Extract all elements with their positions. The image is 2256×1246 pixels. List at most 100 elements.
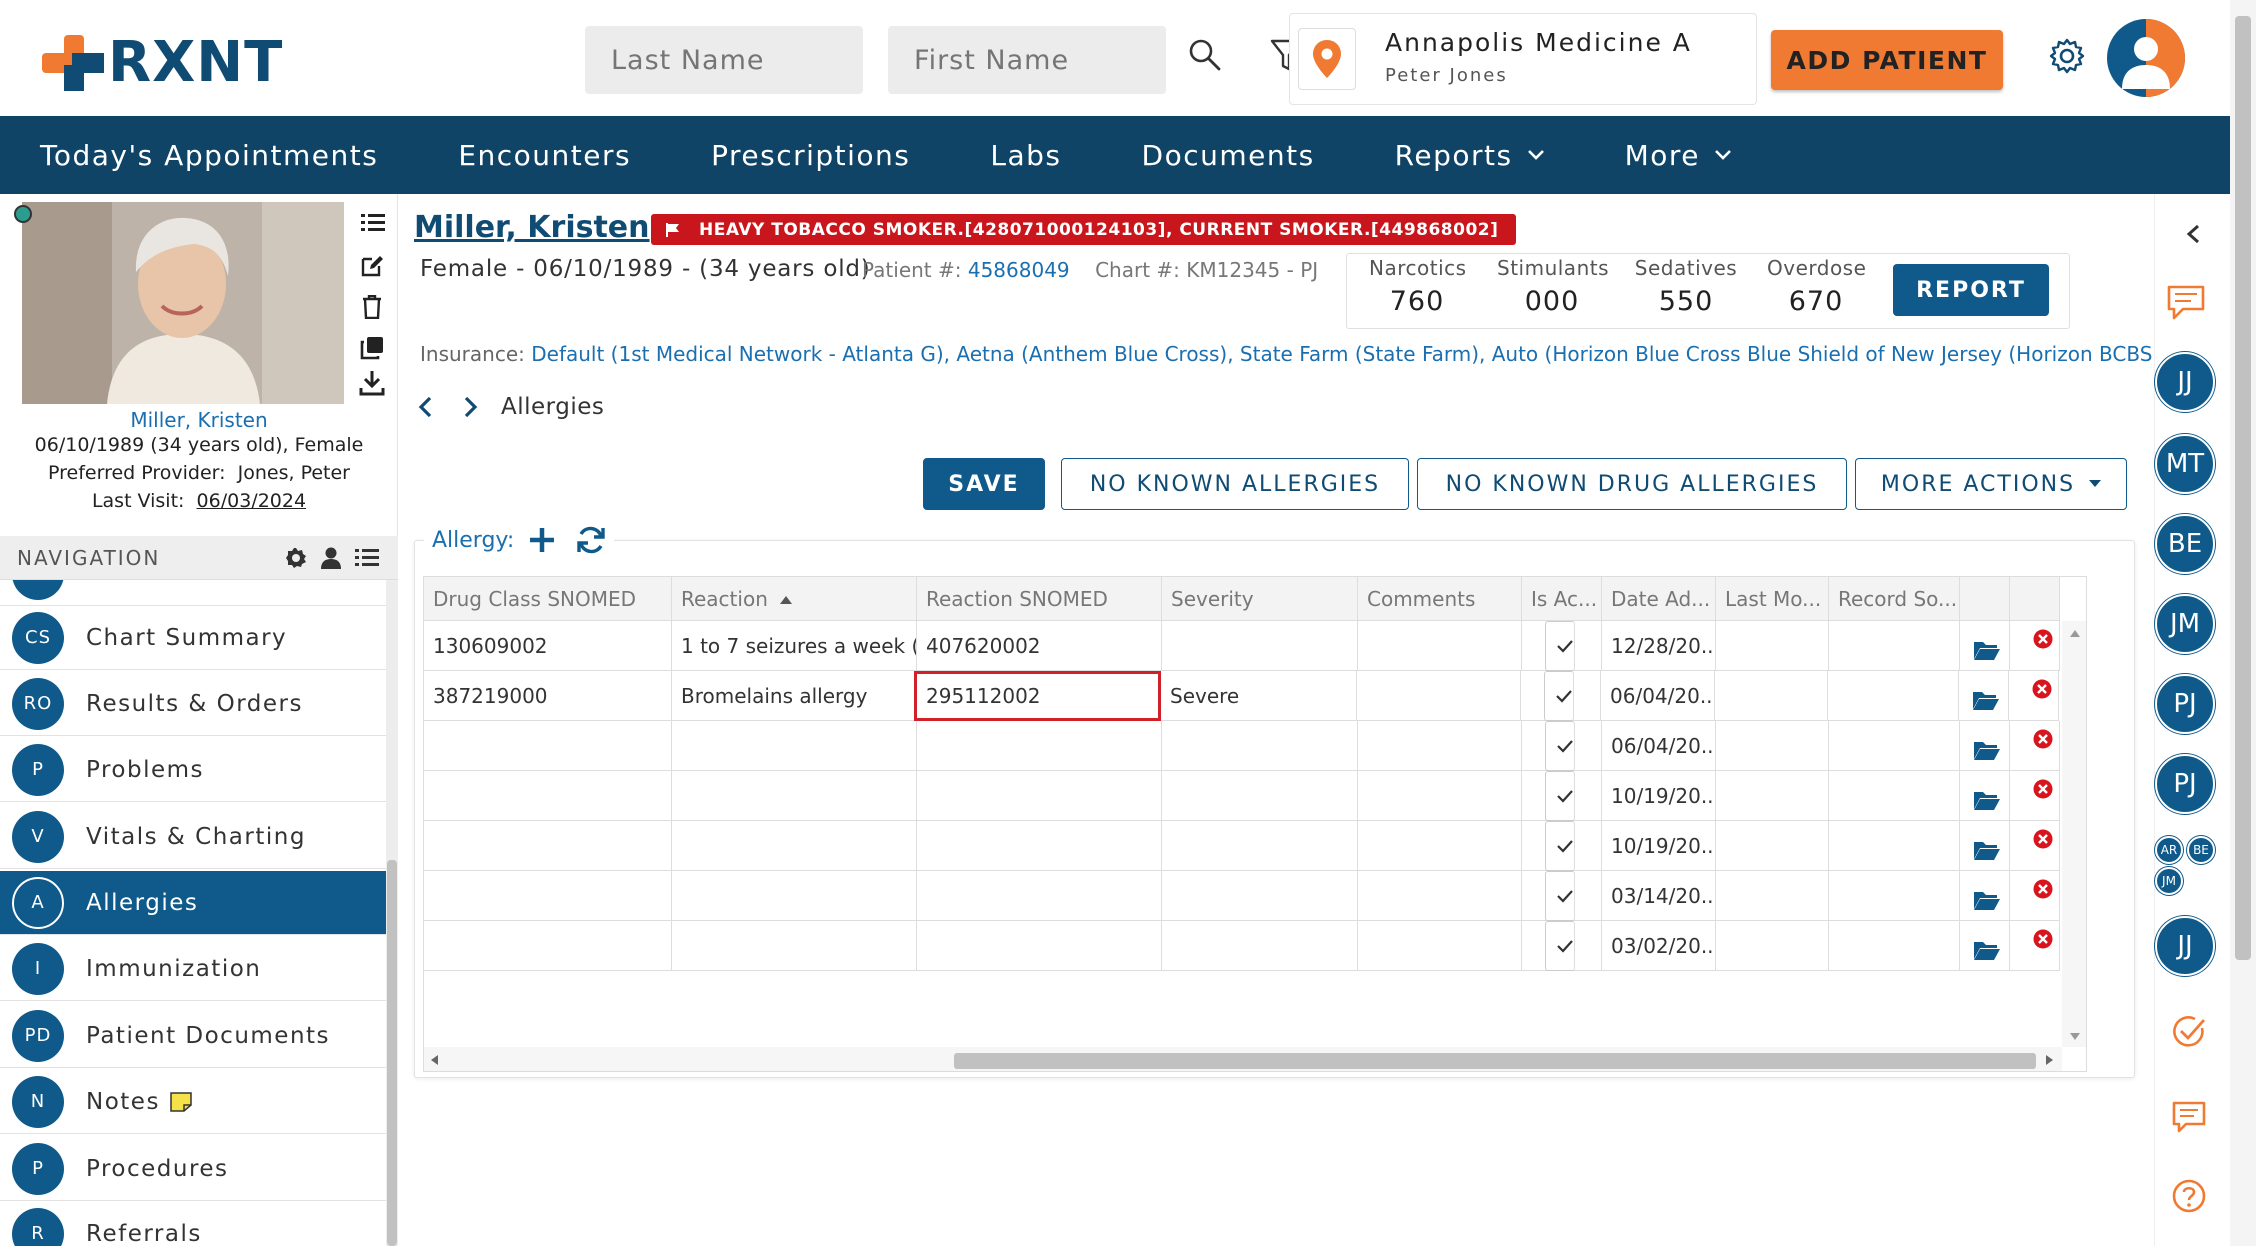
open-folder-icon[interactable] bbox=[1972, 689, 2000, 711]
delete-circle-icon[interactable] bbox=[2033, 929, 2053, 949]
col-date-added[interactable]: Date Ad... bbox=[1602, 577, 1716, 621]
nav-list-icon[interactable] bbox=[355, 548, 379, 568]
cell-record-source[interactable] bbox=[1829, 771, 1960, 821]
sidebar-item-immunization[interactable]: I Immunization bbox=[0, 937, 386, 1001]
cell-comments[interactable] bbox=[1358, 721, 1522, 771]
cell-is-active[interactable] bbox=[1522, 821, 1602, 871]
cell-reaction-snomed[interactable] bbox=[917, 821, 1162, 871]
cell-drug-class-snomed[interactable] bbox=[424, 871, 672, 921]
cell-delete[interactable] bbox=[2009, 671, 2059, 721]
report-button[interactable]: REPORT bbox=[1893, 264, 2049, 316]
cell-reaction-snomed[interactable] bbox=[917, 921, 1162, 971]
open-folder-icon[interactable] bbox=[1973, 789, 2001, 811]
is-active-checkbox[interactable] bbox=[1545, 621, 1575, 671]
cell-reaction-snomed[interactable] bbox=[917, 771, 1162, 821]
col-last-modified[interactable]: Last Mo... bbox=[1716, 577, 1829, 621]
is-active-checkbox[interactable] bbox=[1545, 871, 1575, 921]
add-patient-button[interactable]: ADD PATIENT bbox=[1771, 30, 2003, 90]
cell-reaction-snomed-editing[interactable]: 295112002 bbox=[914, 671, 1161, 721]
location-pin-button[interactable] bbox=[1298, 28, 1356, 90]
page-scrollbar-thumb[interactable] bbox=[2235, 16, 2251, 960]
help-icon[interactable] bbox=[2171, 1178, 2207, 1214]
cell-reaction[interactable] bbox=[672, 721, 917, 771]
cell-reaction-snomed[interactable] bbox=[917, 721, 1162, 771]
cell-delete[interactable] bbox=[2010, 821, 2060, 871]
horizontal-scrollbar-thumb[interactable] bbox=[954, 1053, 2036, 1069]
delete-trash-icon[interactable] bbox=[362, 295, 382, 319]
cell-is-active[interactable] bbox=[1522, 621, 1602, 671]
cell-is-active[interactable] bbox=[1522, 871, 1602, 921]
col-record-source[interactable]: Record So... bbox=[1829, 577, 1960, 621]
cell-last-modified[interactable] bbox=[1716, 721, 1829, 771]
cell-drug-class-snomed[interactable] bbox=[424, 921, 672, 971]
delete-circle-icon[interactable] bbox=[2033, 829, 2053, 849]
nav-user-icon[interactable] bbox=[320, 546, 342, 570]
sidebar-item-procedures[interactable]: P Procedures bbox=[0, 1137, 386, 1201]
open-folder-icon[interactable] bbox=[1973, 889, 2001, 911]
sidebar-item-chart-summary[interactable]: CS Chart Summary bbox=[0, 606, 386, 670]
nav-prescriptions[interactable]: Prescriptions bbox=[711, 139, 910, 172]
user-avatar-mt[interactable]: MT bbox=[2155, 434, 2215, 494]
cell-comments[interactable] bbox=[1358, 771, 1522, 821]
cell-severity[interactable] bbox=[1162, 821, 1358, 871]
cell-open[interactable] bbox=[1960, 921, 2010, 971]
cell-drug-class-snomed[interactable] bbox=[424, 821, 672, 871]
delete-circle-icon[interactable] bbox=[2032, 679, 2052, 699]
cell-delete[interactable] bbox=[2010, 721, 2060, 771]
cell-record-source[interactable] bbox=[1828, 671, 1959, 721]
cell-delete[interactable] bbox=[2010, 921, 2060, 971]
cell-open[interactable] bbox=[1960, 871, 2010, 921]
cell-drug-class-snomed[interactable] bbox=[424, 721, 672, 771]
last-visit-link[interactable]: 06/03/2024 bbox=[197, 490, 307, 512]
cell-comments[interactable] bbox=[1358, 871, 1522, 921]
cell-record-source[interactable] bbox=[1829, 821, 1960, 871]
first-name-search-input[interactable] bbox=[888, 26, 1166, 94]
cell-reaction-snomed[interactable]: 407620002 bbox=[917, 621, 1162, 671]
delete-circle-icon[interactable] bbox=[2033, 779, 2053, 799]
scroll-right-arrow-icon[interactable] bbox=[2046, 1055, 2054, 1065]
is-active-checkbox[interactable] bbox=[1545, 721, 1575, 771]
nav-reports[interactable]: Reports bbox=[1395, 139, 1545, 172]
table-row[interactable]: 03/14/20... bbox=[424, 871, 2060, 921]
cell-severity[interactable] bbox=[1162, 871, 1358, 921]
sidebar-item-referrals[interactable]: R Referrals bbox=[0, 1202, 386, 1246]
cell-reaction[interactable] bbox=[672, 921, 917, 971]
refresh-icon[interactable] bbox=[576, 525, 606, 555]
add-allergy-plus-icon[interactable] bbox=[528, 526, 556, 554]
cell-comments[interactable] bbox=[1358, 621, 1522, 671]
patient-num-link[interactable]: 45868049 bbox=[968, 258, 1070, 282]
cell-open[interactable] bbox=[1960, 771, 2010, 821]
cell-reaction[interactable]: 1 to 7 seizures a week (... bbox=[672, 621, 917, 671]
cell-record-source[interactable] bbox=[1829, 871, 1960, 921]
download-icon[interactable] bbox=[359, 370, 385, 396]
patient-name-link[interactable]: Miller, Kristen bbox=[414, 210, 650, 245]
col-comments[interactable]: Comments bbox=[1358, 577, 1522, 621]
cell-reaction[interactable] bbox=[672, 871, 917, 921]
cell-severity[interactable] bbox=[1162, 621, 1358, 671]
scroll-down-arrow-icon[interactable] bbox=[2070, 1033, 2080, 1041]
table-row[interactable]: 06/04/20... bbox=[424, 721, 2060, 771]
cell-delete[interactable] bbox=[2010, 871, 2060, 921]
cell-last-modified[interactable] bbox=[1715, 671, 1828, 721]
user-avatar-be[interactable]: BE bbox=[2155, 514, 2215, 574]
user-avatar-jj[interactable]: JJ bbox=[2155, 352, 2215, 412]
search-icon[interactable] bbox=[1188, 38, 1222, 72]
settings-gear-icon[interactable] bbox=[2049, 38, 2085, 74]
insurance-link[interactable]: Default (1st Medical Network - Atlanta G… bbox=[531, 342, 2155, 366]
is-active-checkbox[interactable] bbox=[1545, 771, 1575, 821]
open-folder-icon[interactable] bbox=[1973, 839, 2001, 861]
cell-open[interactable] bbox=[1960, 721, 2010, 771]
nav-item-partial[interactable] bbox=[0, 580, 386, 606]
table-row[interactable]: 387219000 Bromelains allergy 295112002 Seve… bbox=[424, 671, 2059, 721]
cell-date-added[interactable]: 10/19/20... bbox=[1602, 821, 1716, 871]
page-scrollbar[interactable] bbox=[2230, 0, 2256, 1246]
chat-bubble-icon[interactable] bbox=[2165, 284, 2207, 322]
table-row[interactable]: 10/19/20... bbox=[424, 821, 2060, 871]
save-button[interactable]: SAVE bbox=[923, 458, 1045, 510]
more-actions-button[interactable]: MORE ACTIONS bbox=[1855, 458, 2127, 510]
user-avatar-be-small[interactable]: BE bbox=[2187, 836, 2215, 864]
cell-last-modified[interactable] bbox=[1716, 821, 1829, 871]
is-active-checkbox[interactable] bbox=[1545, 821, 1575, 871]
cell-severity[interactable] bbox=[1162, 721, 1358, 771]
sidebar-scrollbar[interactable] bbox=[386, 580, 398, 1246]
